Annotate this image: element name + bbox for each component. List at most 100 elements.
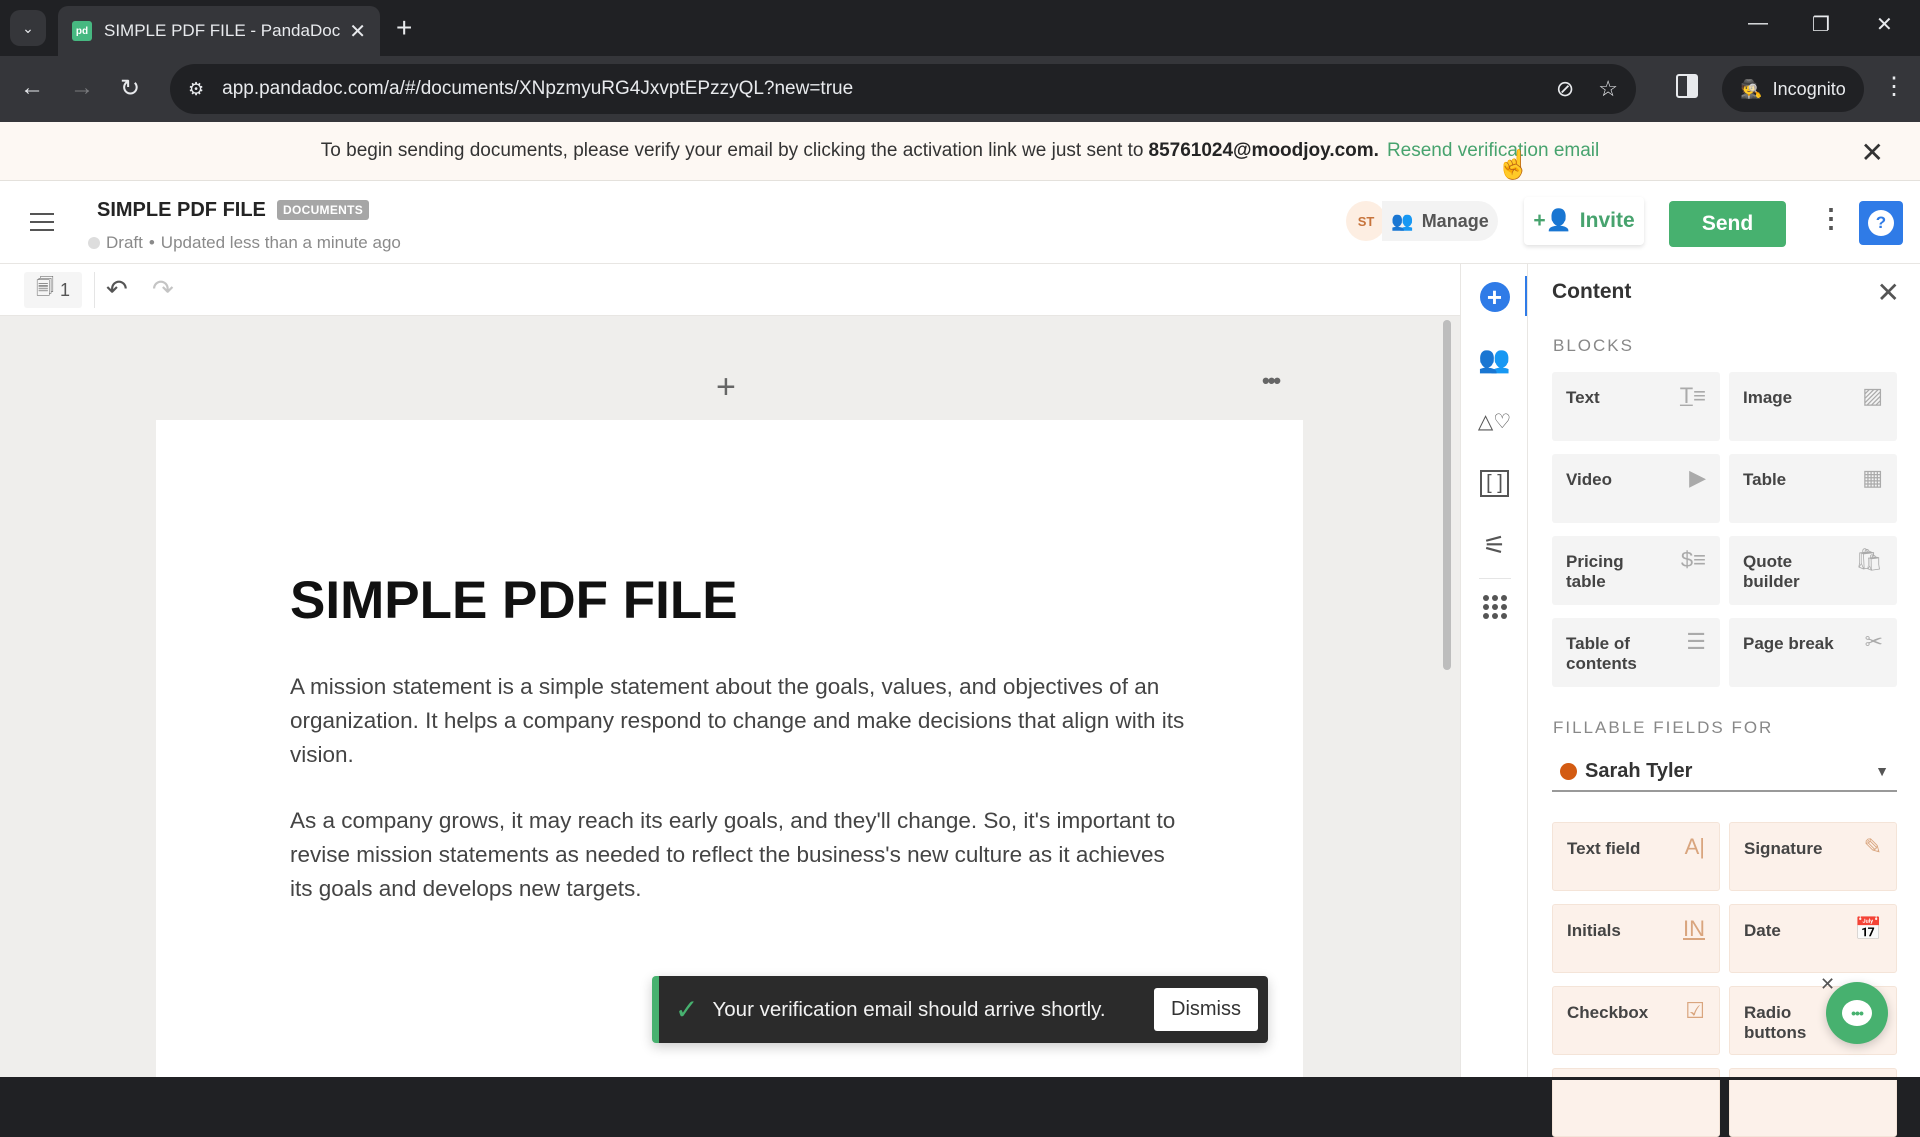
undo-icon[interactable]: ↶ — [106, 274, 128, 305]
resend-verification-link[interactable]: Resend verification email — [1387, 140, 1599, 162]
checkbox-icon: ☑ — [1685, 998, 1705, 1023]
fields-grid: Text field A| Signature ✎ Initials IN Date 📅… — [1552, 822, 1897, 1137]
fillable-fields-label: FILLABLE FIELDS FOR — [1553, 718, 1774, 737]
rail-content[interactable]: + — [1461, 272, 1528, 322]
pages-button[interactable]: 🗐 1 — [24, 272, 82, 308]
block-text[interactable]: Text T̲≡ — [1552, 372, 1720, 441]
invite-button[interactable]: +👤 Invite — [1524, 197, 1644, 245]
block-table[interactable]: Table ▦ — [1729, 454, 1897, 523]
video-icon: ▶ — [1689, 465, 1706, 490]
block-label: Pricing table — [1566, 552, 1624, 591]
document-status: Draft • Updated less than a minute ago — [88, 233, 401, 253]
image-icon: ▨ — [1862, 383, 1883, 408]
blocks-grid: Text T̲≡ Image ▨ Video ▶ Table ▦ Pricing tab… — [1552, 372, 1897, 687]
paragraph[interactable]: A mission statement is a simple statemen… — [290, 670, 1190, 772]
rail-workflow[interactable]: ⚟ — [1461, 520, 1528, 570]
incognito-icon: 🕵 — [1740, 78, 1763, 99]
invite-label: Invite — [1579, 209, 1635, 232]
list-icon: ☰ — [1686, 629, 1706, 654]
chat-icon: ••• — [1842, 1000, 1872, 1026]
text-field-icon: A| — [1684, 834, 1705, 859]
eye-off-icon[interactable]: ⊘ — [1556, 76, 1574, 102]
content-panel: Content ✕ BLOCKS Text T̲≡ Image ▨ Video ▶ T… — [1527, 264, 1920, 1137]
side-panel-icon[interactable] — [1676, 74, 1698, 98]
incognito-indicator[interactable]: 🕵 Incognito — [1722, 66, 1864, 112]
status-separator: • — [148, 233, 155, 252]
canvas-scrollbar[interactable] — [1443, 320, 1451, 670]
block-video[interactable]: Video ▶ — [1552, 454, 1720, 523]
brackets-icon: [ ] — [1480, 469, 1509, 497]
close-chat-icon[interactable]: ✕ — [1820, 974, 1835, 995]
avatar[interactable]: ST — [1346, 201, 1386, 241]
site-settings-icon[interactable]: ⚙ — [188, 79, 204, 100]
restore-icon[interactable]: ❐ — [1812, 12, 1830, 37]
document-title[interactable]: SIMPLE PDF FILE — [97, 199, 266, 222]
address-bar-row: ← → ↻ ⚙ app.pandadoc.com/a/#/documents/X… — [0, 56, 1920, 122]
menu-icon[interactable] — [30, 213, 54, 231]
field-signature[interactable]: Signature ✎ — [1729, 822, 1897, 891]
apps-grid-icon — [1482, 595, 1507, 619]
rail-variables[interactable]: [ ] — [1461, 458, 1528, 508]
recipient-select[interactable]: Sarah Tyler ▼ — [1552, 752, 1897, 792]
field-label: Date — [1744, 921, 1781, 940]
reload-icon[interactable]: ↻ — [120, 74, 140, 103]
close-banner-icon[interactable]: ✕ — [1861, 136, 1884, 169]
rail-apps[interactable] — [1461, 582, 1528, 632]
updated-label: Updated less than a minute ago — [160, 233, 401, 252]
side-icon-rail: + 👥 △♡ [ ] ⚟ — [1460, 264, 1528, 1080]
field-label: Text field — [1567, 839, 1641, 858]
page-count: 1 — [59, 279, 70, 300]
tab-list-button[interactable]: ⌄ — [10, 10, 46, 46]
block-label: Table of contents — [1566, 634, 1637, 673]
rail-design[interactable]: △♡ — [1461, 396, 1528, 446]
browser-menu-icon[interactable]: ⋮ — [1882, 72, 1906, 101]
page-options-icon[interactable]: ••• — [1262, 368, 1281, 394]
back-icon[interactable]: ← — [20, 74, 44, 102]
more-options-icon[interactable]: ⋮ — [1818, 205, 1844, 231]
help-button[interactable]: ? — [1859, 201, 1903, 245]
caret-down-icon: ▼ — [1875, 763, 1889, 779]
forward-icon[interactable]: → — [70, 74, 94, 102]
dismiss-button[interactable]: Dismiss — [1154, 988, 1258, 1031]
paragraph[interactable]: As a company grows, it may reach its ear… — [290, 804, 1190, 906]
add-content-icon: + — [1479, 282, 1510, 312]
close-tab-icon[interactable]: ✕ — [349, 19, 366, 44]
chat-widget-button[interactable]: ••• — [1826, 982, 1888, 1044]
manage-button[interactable]: 👥 Manage — [1382, 201, 1498, 241]
banner-email: 85761024@moodjoy.com. — [1148, 140, 1379, 161]
block-page-break[interactable]: Page break ✂ — [1729, 618, 1897, 687]
pricing-table-icon: $≡ — [1680, 547, 1706, 572]
manage-label: Manage — [1421, 210, 1489, 231]
chevron-down-icon: ⌄ — [22, 19, 34, 36]
pandadoc-favicon: pd — [72, 21, 92, 41]
minimize-icon[interactable]: — — [1748, 12, 1768, 35]
field-date[interactable]: Date 📅 — [1729, 904, 1897, 973]
add-block-icon[interactable]: + — [716, 368, 736, 407]
block-pricing-table[interactable]: Pricing table $≡ — [1552, 536, 1720, 605]
bookmark-star-icon[interactable]: ☆ — [1598, 76, 1618, 102]
rail-divider — [1479, 578, 1511, 579]
block-quote-builder[interactable]: Quote builder 🛍 — [1729, 536, 1897, 605]
url-input[interactable]: ⚙ app.pandadoc.com/a/#/documents/XNpzmyu… — [170, 64, 1636, 114]
pages-icon: 🗐 — [36, 277, 54, 297]
send-button[interactable]: Send — [1669, 201, 1786, 247]
toast-notification: ✓ Your verification email should arrive … — [652, 976, 1268, 1043]
editor-toolbar: 🗐 1 ↶ ↷ — [0, 264, 1460, 316]
help-icon: ? — [1868, 210, 1894, 236]
browser-tab[interactable]: pd SIMPLE PDF FILE - PandaDoc ✕ — [58, 6, 380, 56]
folder-badge[interactable]: DOCUMENTS — [277, 200, 370, 220]
document-heading[interactable]: SIMPLE PDF FILE — [290, 570, 738, 631]
rail-recipients[interactable]: 👥 — [1461, 334, 1528, 384]
close-panel-icon[interactable]: ✕ — [1877, 276, 1900, 309]
redo-icon[interactable]: ↷ — [152, 274, 174, 305]
check-icon: ✓ — [675, 994, 699, 1025]
close-window-icon[interactable]: ✕ — [1876, 12, 1893, 37]
field-text-field[interactable]: Text field A| — [1552, 822, 1720, 891]
block-image[interactable]: Image ▨ — [1729, 372, 1897, 441]
field-checkbox[interactable]: Checkbox ☑ — [1552, 986, 1720, 1055]
status-label: Draft — [106, 233, 143, 252]
new-tab-button[interactable]: + — [396, 12, 412, 44]
initials-icon: IN — [1683, 916, 1705, 941]
field-initials[interactable]: Initials IN — [1552, 904, 1720, 973]
block-table-of-contents[interactable]: Table of contents ☰ — [1552, 618, 1720, 687]
